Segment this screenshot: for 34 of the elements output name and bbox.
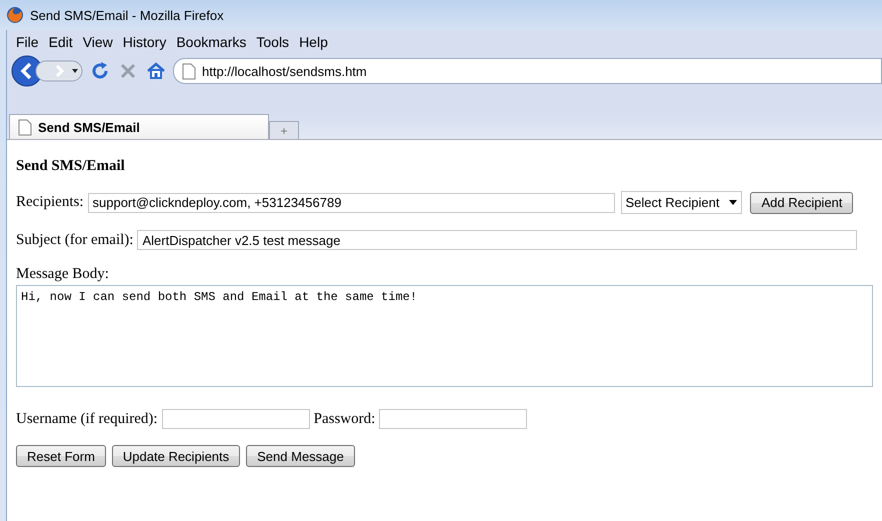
form-button[interactable]: Send Message xyxy=(246,445,355,467)
forward-button-icon[interactable] xyxy=(35,60,83,82)
page-icon xyxy=(182,62,196,80)
page-icon xyxy=(18,118,32,136)
browser-tab[interactable]: Send SMS/Email xyxy=(9,114,269,139)
message-body-field[interactable]: Hi, now I can send both SMS and Email at the same time! xyxy=(16,285,873,387)
subject-label: Subject (for email): xyxy=(16,232,134,248)
url-text: http://localhost/sendsms.htm xyxy=(202,64,367,78)
add-recipient-button[interactable]: Add Recipient xyxy=(750,192,854,214)
password-field[interactable] xyxy=(379,409,528,429)
menu-item[interactable]: Tools xyxy=(251,32,294,52)
menu-item[interactable]: Help xyxy=(294,32,333,52)
username-field[interactable] xyxy=(162,409,310,429)
form-button[interactable]: Update Recipients xyxy=(112,445,240,467)
username-label: Username (if required): xyxy=(16,410,158,428)
message-body-label: Message Body: xyxy=(16,266,110,283)
password-label: Password: xyxy=(314,410,376,428)
caret-icon xyxy=(729,200,738,205)
recipients-label: Recipients: xyxy=(16,194,84,211)
menu-item[interactable]: View xyxy=(78,32,118,52)
firefox-logo-icon xyxy=(6,6,24,24)
menu-item[interactable]: File xyxy=(11,32,44,52)
home-icon[interactable] xyxy=(145,60,167,82)
recipients-field[interactable]: support@clickndeploy.com, +53123456789 xyxy=(88,192,614,212)
menu-item[interactable]: Bookmarks xyxy=(171,32,252,52)
recipient-dropdown[interactable]: Select Recipient xyxy=(620,191,742,214)
menu-item[interactable]: History xyxy=(118,32,172,52)
subject-field[interactable]: AlertDispatcher v2.5 test message xyxy=(137,230,858,250)
page-heading: Send SMS/Email xyxy=(16,158,126,175)
address-bar[interactable]: http://localhost/sendsms.htm xyxy=(173,58,882,84)
menu-item[interactable]: Edit xyxy=(44,32,78,52)
window-title: Send SMS/Email - Mozilla Firefox xyxy=(30,8,224,22)
new-tab-button[interactable]: + xyxy=(269,121,299,139)
form-button[interactable]: Reset Form xyxy=(16,445,106,467)
